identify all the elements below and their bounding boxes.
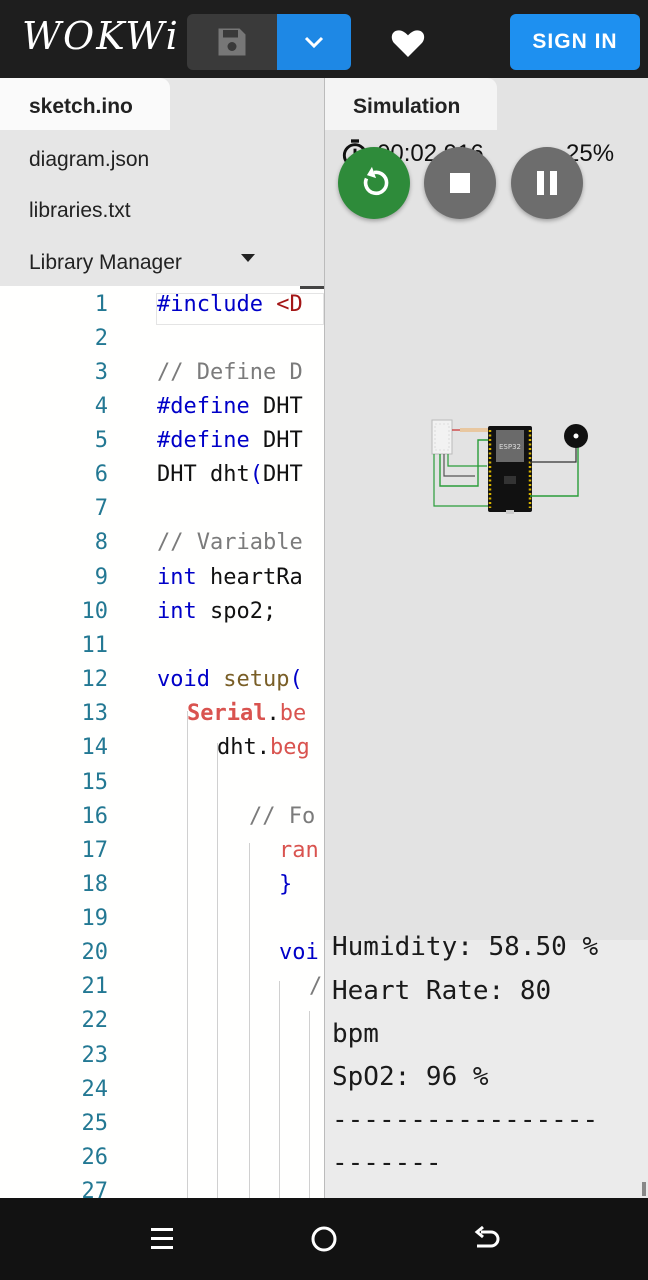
wokwi-logo[interactable]: WOKWi — [22, 14, 180, 58]
line-number: 2 — [94, 326, 108, 351]
editor-panel: sketch.ino diagram.json libraries.txt Li… — [0, 78, 324, 1198]
file-item-diagram-json[interactable]: diagram.json — [29, 148, 149, 172]
back-icon[interactable] — [471, 1224, 501, 1254]
code-line-3: // Define D — [157, 360, 303, 385]
serial-line: ----------------- — [332, 1105, 599, 1135]
serial-monitor[interactable]: Humidity: 58.50 % Heart Rate: 80 bpm SpO… — [325, 932, 648, 1198]
dht-sensor[interactable] — [431, 419, 453, 455]
serial-line: bpm — [332, 1019, 379, 1049]
code-line-5: #define DHT — [157, 428, 303, 453]
restart-button[interactable] — [338, 147, 410, 219]
code-line-9: int heartRa — [157, 565, 303, 590]
code-editor[interactable]: 1 2 3 4 5 6 7 8 9 10 11 12 13 14 15 16 1… — [0, 286, 324, 1198]
code-line-20: voi — [279, 940, 319, 965]
code-line-13: Serial.be — [187, 701, 307, 726]
file-item-libraries-txt[interactable]: libraries.txt — [29, 199, 131, 223]
tab-simulation[interactable]: Simulation — [325, 78, 497, 130]
restart-icon — [363, 166, 389, 196]
file-item-library-manager[interactable]: Library Manager — [29, 251, 182, 275]
top-bar: WOKWi SIGN IN — [0, 0, 648, 78]
simulation-panel: Simulation 00:02.916 25% ESP32 Humidity:… — [325, 78, 648, 1198]
stop-icon — [450, 173, 470, 193]
heart-icon[interactable] — [388, 22, 428, 62]
line-number: 11 — [81, 633, 109, 658]
line-number: 15 — [81, 770, 109, 795]
code-line-18: } — [279, 872, 293, 897]
resistor[interactable] — [460, 428, 488, 432]
line-number: 25 — [81, 1111, 109, 1136]
chevron-down-icon[interactable] — [241, 254, 255, 262]
sign-in-button[interactable]: SIGN IN — [510, 14, 640, 70]
home-circle-icon[interactable] — [309, 1224, 339, 1254]
serial-line: Humidity: 58.50 % — [332, 932, 599, 962]
buzzer[interactable] — [564, 424, 588, 448]
code-line-8: // Variable — [157, 530, 303, 555]
save-button[interactable] — [187, 14, 277, 70]
line-number: 22 — [81, 1008, 109, 1033]
code-line-14: dht.beg — [217, 735, 310, 760]
board-label: ESP32 — [499, 443, 521, 451]
line-number: 27 — [81, 1179, 109, 1198]
line-number: 23 — [81, 1043, 109, 1068]
code-line-12: void setup( — [157, 667, 303, 692]
code-line-4: #define DHT — [157, 394, 303, 419]
tab-sketch-ino[interactable]: sketch.ino — [0, 78, 170, 130]
menu-icon[interactable] — [147, 1224, 177, 1254]
line-number: 19 — [81, 906, 109, 931]
pause-icon — [537, 171, 557, 195]
caret-down-icon — [304, 36, 324, 48]
stop-button[interactable] — [424, 147, 496, 219]
serial-line: ------- — [332, 1148, 442, 1178]
circuit-diagram[interactable]: ESP32 — [430, 416, 600, 526]
code-line-16: // Fo — [249, 804, 316, 829]
file-tabs: sketch.ino diagram.json libraries.txt Li… — [0, 78, 324, 286]
line-number: 24 — [81, 1077, 109, 1102]
pause-button[interactable] — [511, 147, 583, 219]
serial-line: SpO2: 96 % — [332, 1062, 489, 1092]
system-nav-bar — [0, 1198, 648, 1280]
serial-line: Heart Rate: 80 — [332, 976, 552, 1006]
floppy-disk-icon — [218, 28, 246, 56]
line-number: 26 — [81, 1145, 109, 1170]
serial-scrollbar[interactable] — [642, 1182, 646, 1196]
esp32-board[interactable]: ESP32 — [488, 426, 532, 514]
editor-scroll-indicator — [300, 286, 324, 289]
save-options-dropdown[interactable] — [277, 14, 351, 70]
code-line-21: / — [309, 974, 323, 999]
code-line-10: int spo2; — [157, 599, 277, 624]
code-line-6: DHT dht(DHT — [157, 462, 303, 487]
code-line-17: ran — [279, 838, 319, 863]
code-line-1: #include <D — [157, 292, 303, 317]
line-number: 7 — [94, 496, 108, 521]
